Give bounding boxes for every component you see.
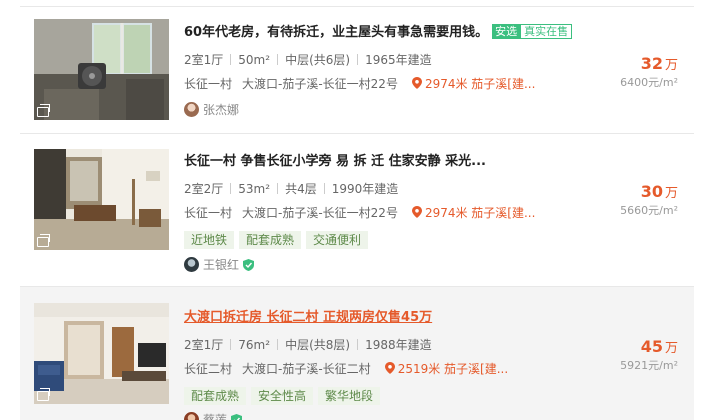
album-icon	[37, 234, 50, 247]
listing-location: 长征一村 大渡口-茄子溪-长征一村22号 2974米 茄子溪[建...	[184, 204, 594, 222]
listing-attributes: 2室1厅 76m² 中层(共8层) 1988年建造	[184, 336, 594, 354]
divider	[357, 54, 359, 65]
area-text: 53m²	[238, 182, 271, 196]
feature-tags: 配套成熟 安全性高 繁华地段	[184, 385, 594, 405]
agent-info[interactable]: 张杰娜	[184, 101, 239, 119]
divider	[277, 339, 279, 350]
price-block: 45 万 5921元/m²	[620, 336, 678, 374]
community-name: 长征一村	[184, 77, 233, 91]
album-icon	[37, 104, 50, 117]
distance-text: 2974米 茄子溪[建...	[424, 206, 536, 220]
divider	[230, 54, 232, 65]
verified-shield-icon	[243, 259, 255, 271]
layout-text: 2室1厅	[184, 338, 224, 352]
build-year-text: 1965年建造	[365, 53, 432, 67]
agent-info[interactable]: 蔡莲	[184, 411, 243, 420]
avatar	[184, 257, 199, 272]
feature-tag: 近地铁	[184, 231, 235, 249]
listing-location: 长征二村 大渡口-茄子溪-长征二村 2519米 茄子溪[建...	[184, 360, 594, 378]
agent-name: 蔡莲	[203, 413, 228, 420]
anxuan-badge: 安选	[492, 24, 521, 39]
location-pin-icon	[384, 362, 395, 374]
listing-info: 大渡口拆迁房 长征二村 正规两房仅售45万 2室1厅 76m² 中层(共8层) 198…	[184, 306, 594, 405]
feature-tags: 近地铁 配套成熟 交通便利	[184, 229, 594, 249]
floor-text: 中层(共6层)	[285, 53, 351, 67]
price-unit: 万	[664, 341, 678, 356]
build-year-text: 1988年建造	[365, 338, 432, 352]
listing-photo[interactable]	[34, 149, 169, 250]
feature-tag: 繁华地段	[318, 387, 381, 405]
listing-title[interactable]: 60年代老房，有待拆迁，业主屋头有事急需要用钱。	[184, 25, 488, 40]
divider	[230, 339, 232, 350]
agent-name: 张杰娜	[203, 103, 240, 117]
address-text: 大渡口-茄子溪-长征二村	[242, 362, 371, 376]
total-price: 45	[640, 337, 663, 356]
layout-text: 2室2厅	[184, 182, 224, 196]
listing-item[interactable]: 长征一村 争售长征小学旁 易 拆 迁 住家安静 采光... 2室2厅 53m² 共4…	[20, 134, 694, 287]
verified-shield-icon	[231, 414, 243, 420]
location-pin-icon	[411, 206, 422, 218]
album-icon	[37, 388, 50, 401]
distance-text: 2974米 茄子溪[建...	[424, 77, 536, 91]
listing-photo[interactable]	[34, 303, 169, 404]
divider	[277, 54, 279, 65]
area-text: 76m²	[238, 338, 271, 352]
price-unit: 万	[664, 186, 678, 201]
divider	[323, 183, 325, 194]
divider	[230, 183, 232, 194]
agent-info[interactable]: 王银红	[184, 256, 255, 274]
listing-title[interactable]: 长征一村 争售长征小学旁 易 拆 迁 住家安静 采光...	[184, 154, 486, 169]
agent-name: 王银红	[203, 258, 240, 272]
floor-text: 中层(共8层)	[285, 338, 351, 352]
listing-location: 长征一村 大渡口-茄子溪-长征一村22号 2974米 茄子溪[建...	[184, 75, 594, 93]
listing-info: 60年代老房，有待拆迁，业主屋头有事急需要用钱。 安选 真实在售 2室1厅 50m² 中…	[184, 21, 594, 93]
floor-text: 共4层	[285, 182, 317, 196]
total-price: 30	[640, 182, 663, 201]
listing-attributes: 2室2厅 53m² 共4层 1990年建造	[184, 180, 594, 198]
price-block: 30 万 5660元/m²	[620, 181, 678, 219]
listing-info: 长征一村 争售长征小学旁 易 拆 迁 住家安静 采光... 2室2厅 53m² 共4…	[184, 150, 594, 249]
price-block: 32 万 6400元/m²	[620, 53, 678, 91]
total-price: 32	[640, 54, 663, 73]
listing-attributes: 2室1厅 50m² 中层(共6层) 1965年建造	[184, 51, 594, 69]
layout-text: 2室1厅	[184, 53, 224, 67]
build-year-text: 1990年建造	[331, 182, 399, 196]
feature-tag: 交通便利	[306, 231, 369, 249]
unit-price: 5921元/m²	[620, 359, 678, 372]
listing-title[interactable]: 大渡口拆迁房 长征二村 正规两房仅售45万	[184, 310, 432, 325]
area-text: 50m²	[238, 53, 271, 67]
avatar	[184, 412, 199, 420]
listing-photo[interactable]	[34, 19, 169, 120]
listing-item[interactable]: 大渡口拆迁房 长征二村 正规两房仅售45万 2室1厅 76m² 中层(共8层) 198…	[20, 287, 694, 420]
feature-tag: 配套成熟	[239, 231, 302, 249]
distance-text: 2519米 茄子溪[建...	[397, 362, 509, 376]
avatar	[184, 102, 199, 117]
unit-price: 6400元/m²	[620, 76, 678, 89]
location-pin-icon	[411, 77, 422, 89]
listing-item[interactable]: 60年代老房，有待拆迁，业主屋头有事急需要用钱。 安选 真实在售 2室1厅 50m² 中…	[20, 6, 694, 134]
address-text: 大渡口-茄子溪-长征一村22号	[242, 77, 398, 91]
community-name: 长征一村	[184, 206, 233, 220]
divider	[277, 183, 279, 194]
unit-price: 5660元/m²	[620, 204, 678, 217]
address-text: 大渡口-茄子溪-长征一村22号	[242, 206, 398, 220]
price-unit: 万	[664, 58, 678, 73]
community-name: 长征二村	[184, 362, 233, 376]
verified-listing-badge: 真实在售	[520, 24, 573, 39]
feature-tag: 配套成熟	[184, 387, 247, 405]
divider	[357, 339, 359, 350]
feature-tag: 安全性高	[251, 387, 314, 405]
